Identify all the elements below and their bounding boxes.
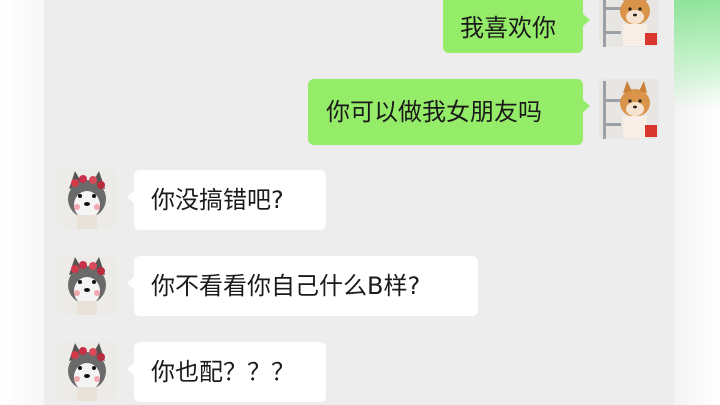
green-glow-decoration (674, 0, 720, 110)
message-bubble-received[interactable]: 你没搞错吧? (127, 170, 326, 230)
shiba-dog-avatar-icon[interactable] (599, 79, 659, 139)
husky-dog-with-flowers-avatar-icon[interactable] (57, 169, 117, 229)
message-bubble-sent[interactable]: 我喜欢你 (443, 0, 590, 53)
message-text: 你没搞错吧? (151, 186, 284, 214)
husky-dog-with-flowers-avatar-icon[interactable] (57, 341, 117, 401)
message-text: 你不看看你自己什么B样? (151, 272, 421, 300)
message-text: 你也配？？？ (151, 358, 295, 386)
husky-dog-with-flowers-avatar-icon[interactable] (57, 255, 117, 315)
message-bubble-received[interactable]: 你不看看你自己什么B样? (127, 256, 478, 316)
message-text: 我喜欢你 (460, 14, 556, 42)
chat-area[interactable]: 我喜欢你 你可以做我女朋友吗 你没搞错吧? 你不看看你自己什么B样? 你也配？？… (44, 0, 674, 405)
message-bubble-received[interactable]: 你也配？？？ (127, 342, 326, 402)
message-text: 你可以做我女朋友吗 (326, 98, 542, 126)
shiba-dog-avatar-icon[interactable] (599, 0, 659, 47)
left-edge (0, 0, 44, 405)
message-bubble-sent[interactable]: 你可以做我女朋友吗 (308, 79, 590, 145)
